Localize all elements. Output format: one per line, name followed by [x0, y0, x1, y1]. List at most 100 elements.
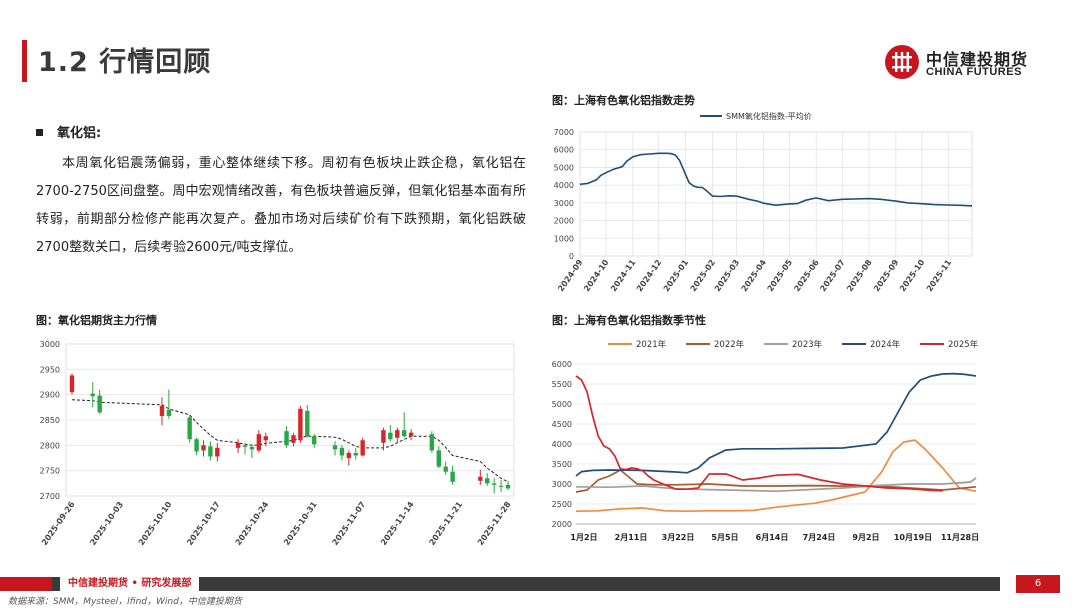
candle-body — [194, 439, 199, 452]
x-tick-label: 11月28日 — [941, 533, 979, 542]
y-tick-label: 2950 — [40, 365, 60, 374]
legend-label: 2022年 — [714, 339, 745, 350]
candle-body — [401, 430, 407, 437]
y-tick-label: 0 — [569, 252, 574, 261]
candle-body — [312, 436, 317, 445]
candle-body — [291, 435, 296, 443]
x-tick-label: 2025-06 — [792, 258, 821, 294]
x-tick-label: 2025-10-03 — [88, 500, 125, 547]
y-tick-label: 2750 — [40, 467, 60, 476]
plot-frame — [579, 131, 973, 257]
x-tick-label: 2025-01 — [662, 258, 691, 294]
data-source-note: 数据来源：SMM，Mysteel，Ifind，Wind，中信建投期货 — [8, 597, 242, 607]
x-tick-label: 2024-12 — [635, 258, 663, 293]
y-tick-label: 4000 — [554, 181, 574, 190]
futures-candlestick-chart: 2700 2750 2800 2850 2900 2950 3000 2025-09-26 20… — [40, 340, 515, 547]
section-body-text: 本周氧化铝震荡偏弱，重心整体继续下移。周初有色板块止跌企稳，氧化铝在2700-2… — [36, 156, 526, 255]
series-line-smm-index — [579, 152, 973, 207]
section-heading-text: 氧化铝: — [57, 126, 102, 141]
figure-title-futures: 图：氧化铝期货主力行情 — [36, 314, 157, 327]
x-tick-label: 2025-04 — [740, 258, 769, 294]
x-tick-label: 2025-03 — [713, 258, 741, 293]
x-tick-label: 2024-11 — [609, 258, 638, 294]
x-tick-label: 2025-10 — [898, 258, 927, 294]
candle-body — [69, 375, 75, 393]
candle-body — [235, 442, 241, 448]
y-tick-label: 4500 — [552, 420, 572, 429]
legend-label: 2021年 — [636, 339, 667, 350]
candle-body — [505, 484, 511, 489]
y-tick-label: 2800 — [40, 441, 60, 450]
y-tick-label: 4000 — [552, 440, 572, 449]
x-tick-label: 2025-10-31 — [282, 500, 319, 547]
y-tick-label: 7000 — [554, 128, 574, 137]
china-futures-logo-icon — [885, 45, 919, 79]
seasonality-chart: 2000 2500 3000 3500 4000 4500 5000 5500 6000 1月2日… — [552, 339, 979, 542]
legend-label: 2025年 — [948, 339, 979, 350]
x-tick-label: 2025-11-07 — [331, 500, 368, 547]
x-tick-label: 2025-05 — [766, 258, 795, 294]
y-tick-label: 2000 — [552, 520, 572, 529]
y-tick-label: 2850 — [40, 416, 60, 425]
x-tick-label: 6月14日 — [756, 533, 789, 542]
x-tick-label: 9月2日 — [852, 533, 879, 542]
x-tick-label: 2025-11-21 — [427, 500, 464, 547]
y-tick-label: 6000 — [554, 146, 574, 155]
candle-body — [208, 446, 213, 457]
x-tick-label: 5月5日 — [711, 533, 738, 542]
x-tick-label: 1月2日 — [570, 533, 597, 542]
x-tick-label: 7月24日 — [803, 533, 836, 542]
legend-label: 2024年 — [870, 339, 901, 350]
y-tick-label: 3000 — [552, 480, 572, 489]
candle-body — [436, 450, 441, 467]
candle-body — [201, 445, 206, 451]
page-number: 6 — [1016, 575, 1060, 593]
x-tick-label: 2025-09 — [872, 258, 901, 294]
candle-body — [256, 434, 262, 451]
candle-body — [242, 445, 248, 447]
y-tick-label: 2700 — [40, 492, 60, 501]
candle-body — [305, 410, 310, 437]
x-tick-label: 2024-09 — [556, 258, 585, 294]
candle-body — [395, 430, 400, 438]
y-tick-label: 3000 — [40, 340, 60, 349]
index-trend-chart: 010002000300040005000600070002024-092024… — [554, 111, 973, 294]
candle-body — [353, 452, 358, 456]
y-tick-label: 2500 — [552, 500, 572, 509]
page-title: 1.2 行情回顾 — [38, 47, 212, 78]
x-tick-label: 2025-11 — [925, 258, 954, 294]
series-line-2024 — [575, 372, 977, 477]
candle-body — [97, 395, 102, 413]
candle-body — [90, 393, 95, 397]
candle-body — [450, 471, 455, 482]
candle-body — [388, 432, 393, 440]
candle-body — [215, 447, 220, 457]
candle-body — [332, 445, 338, 450]
x-tick-label: 10月19日 — [894, 533, 932, 542]
candle-body — [159, 405, 165, 416]
candle-body — [360, 440, 365, 456]
y-tick-label: 5000 — [554, 163, 574, 172]
x-tick-label: 2025-11-14 — [379, 500, 416, 547]
candle-body — [408, 432, 414, 437]
candle-body — [381, 430, 386, 443]
square-bullet-icon — [36, 129, 43, 136]
candle-body — [166, 409, 172, 416]
candle-body — [284, 431, 289, 446]
legend-label: 2023年 — [792, 339, 823, 350]
candle-body — [429, 434, 435, 451]
y-tick-label: 3000 — [554, 199, 574, 208]
x-tick-label: 2月11日 — [615, 533, 648, 542]
y-tick-label: 6000 — [552, 360, 572, 369]
x-tick-label: 2025-08 — [845, 258, 874, 294]
candle-body — [298, 408, 303, 441]
footer-accent — [0, 577, 52, 591]
candle-body — [498, 485, 504, 487]
title-accent-bar — [22, 40, 27, 82]
figure-title-seasonality: 图：上海有色氧化铝指数季节性 — [552, 314, 706, 327]
x-tick-label: 2025-09-26 — [40, 500, 77, 547]
series-line-2025 — [575, 375, 943, 492]
candle-body — [346, 452, 352, 458]
y-tick-label: 1000 — [554, 234, 574, 243]
candle-body — [249, 446, 255, 450]
